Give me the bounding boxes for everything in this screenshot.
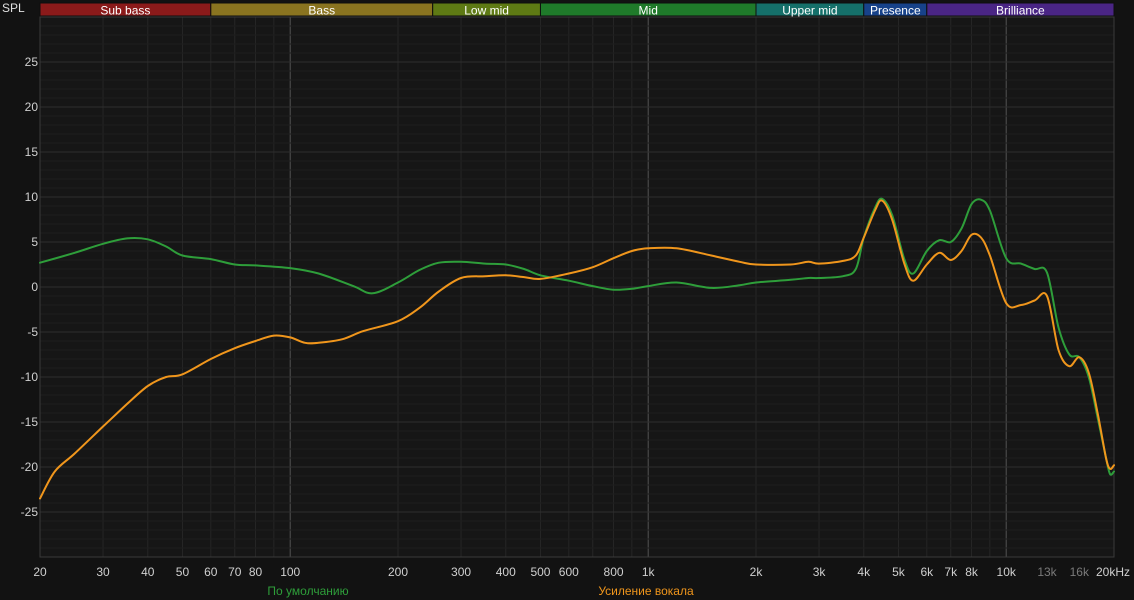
x-tick-label: 20 [33,565,47,579]
y-tick-label: 5 [31,235,38,249]
x-tick-label: 800 [604,565,624,579]
x-tick-label: 80 [249,565,263,579]
x-tick-label: 200 [388,565,408,579]
band-label: Brilliance [996,4,1045,18]
x-tick-label: 70 [228,565,242,579]
y-tick-label: -20 [21,460,39,474]
y-tick-label: 25 [25,55,39,69]
x-tick-label: 8k [965,565,979,579]
x-tick-label: 600 [559,565,579,579]
band-label: Upper mid [782,4,837,18]
x-tick-label: 30 [96,565,110,579]
y-tick-label: -10 [21,370,39,384]
y-tick-label: -15 [21,415,39,429]
band-label: Low mid [464,4,509,18]
band-label: Presence [870,4,921,18]
frequency-response-chart: Sub bass Bass Low mid Mid Upper mid Presence B… [2,1,1130,598]
y-tick-label: 15 [25,145,39,159]
x-tick-label: 2k [750,565,764,579]
x-tick-label: 40 [141,565,155,579]
x-tick-label: 13k [1037,565,1057,579]
band-label: Sub bass [100,4,150,18]
x-tick-label: 20kHz [1096,565,1130,579]
x-tick-label: 60 [204,565,218,579]
y-axis-ticks: 25 20 15 10 5 0 -5 -10 -15 -20 -25 [21,55,39,519]
x-tick-label: 4k [857,565,871,579]
x-tick-label: 100 [280,565,300,579]
grid-lines [39,16,1115,558]
legend: По умолчанию Усиление вокала [267,584,694,598]
x-tick-label: 6k [920,565,934,579]
band-label: Bass [308,4,335,18]
x-tick-label: 50 [176,565,190,579]
x-tick-label: 500 [530,565,550,579]
y-tick-label: 20 [25,100,39,114]
x-tick-label: 16k [1070,565,1090,579]
y-tick-label: 10 [25,190,39,204]
legend-entry: Усиление вокала [598,584,694,598]
x-tick-label: 10k [997,565,1017,579]
legend-entry: По умолчанию [267,584,348,598]
y-tick-label: -5 [27,325,38,339]
x-tick-label: 5k [892,565,906,579]
band-label: Mid [639,4,658,18]
x-tick-label: 400 [496,565,516,579]
x-tick-label: 300 [451,565,471,579]
y-tick-label: -25 [21,505,39,519]
y-tick-label: 0 [31,280,38,294]
x-tick-label: 7k [944,565,958,579]
x-tick-label: 1k [642,565,656,579]
y-axis-label: SPL [2,1,25,15]
frequency-band-bar: Sub bass Bass Low mid Mid Upper mid Presence B… [39,2,1115,18]
x-axis-ticks: 20 30 40 50 60 70 80 100 200 300 400 500 600 800 1k 2k 3… [33,565,1130,579]
x-tick-label: 3k [813,565,827,579]
